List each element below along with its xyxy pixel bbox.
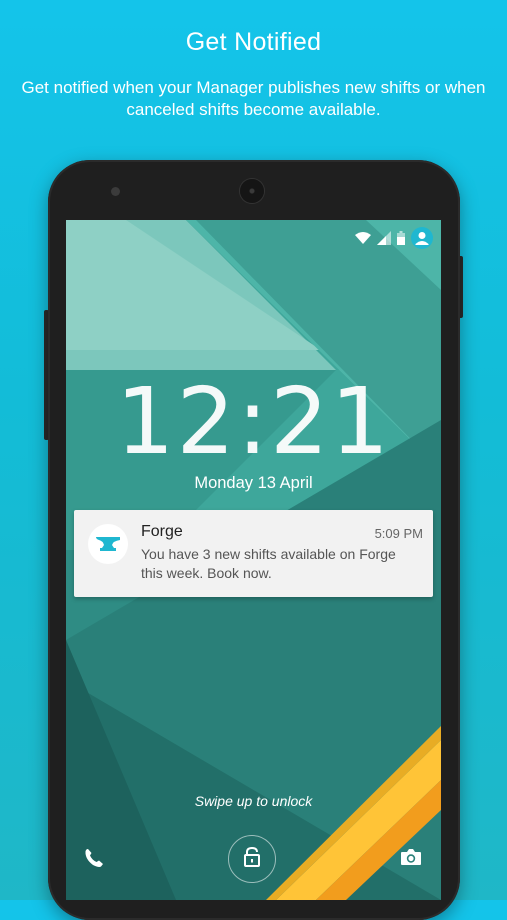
swipe-unlock-hint: Swipe up to unlock [194, 793, 313, 809]
promo-title: Get Notified [185, 28, 322, 56]
lock-screen: 12:21 Monday 13 April Forge 5:09 PM You … [66, 220, 441, 900]
lockscreen-date: Monday 13 April [194, 474, 313, 492]
notification-time: 5:09 PM [374, 526, 423, 541]
lockscreen-clock: 12:21 [115, 368, 392, 475]
signal-icon [377, 231, 391, 245]
anvil-icon [88, 524, 128, 564]
wifi-icon [355, 231, 371, 245]
unlock-button[interactable] [228, 835, 276, 883]
camera-icon[interactable] [400, 848, 422, 871]
battery-icon [397, 231, 405, 245]
notification-message: You have 3 new shifts available on Forge… [141, 546, 396, 581]
status-bar [355, 226, 433, 250]
user-avatar-icon[interactable] [411, 227, 433, 249]
promo-subtitle: Get notified when your Manager publishes… [21, 78, 486, 119]
phone-icon[interactable] [84, 848, 104, 873]
notification-card[interactable]: Forge 5:09 PM You have 3 new shifts avai… [74, 510, 433, 597]
unlock-icon [243, 846, 261, 872]
phone-speaker [240, 179, 264, 203]
front-camera [111, 187, 120, 196]
notification-app-name: Forge [141, 523, 183, 540]
